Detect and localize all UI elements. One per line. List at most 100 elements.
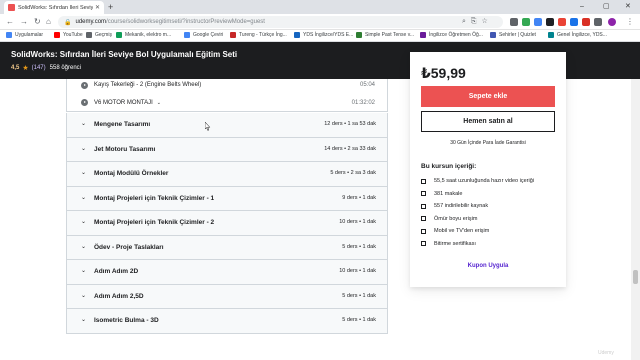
bookmarks-bar: Uygulamalar YouTube Geçmiş Mekanik, elek…: [0, 30, 640, 42]
bookmark-label: Sehirler | Quizlet: [499, 32, 536, 38]
includes-text: Mobil ve TV'den erişim: [434, 228, 490, 234]
download-icon: [421, 203, 426, 209]
section-title: Isometric Bulma - 3D: [94, 317, 159, 324]
chevron-down-icon: ⌄: [81, 243, 87, 250]
scrollbar-thumb[interactable]: [633, 270, 638, 284]
curriculum-section[interactable]: ⌄ Jet Motoru Tasarımı 14 ders • 2 sa 33 da…: [66, 137, 388, 162]
lecture-row[interactable]: Kayış Tekerleği - 2 (Engine Belts Wheel)…: [66, 79, 388, 95]
includes-item: 55,5 saat uzunluğunda hazır video içeriğ…: [421, 178, 534, 184]
bookmark-item[interactable]: İngilizce Öğretmen Öğ...: [420, 32, 483, 38]
chevron-down-icon[interactable]: ⌄: [157, 100, 161, 106]
curriculum-section[interactable]: ⌄ Ödev - Proje Taslakları 5 ders • 1 dak: [66, 235, 388, 260]
history-icon: [86, 32, 92, 38]
minimize-button[interactable]: –: [580, 1, 584, 13]
curriculum-section[interactable]: ⌄ Montaj Projeleri için Teknik Çizimler -…: [66, 186, 388, 211]
rating-count[interactable]: (147): [32, 65, 46, 71]
bookmark-item[interactable]: Simple Past Tense v...: [356, 32, 414, 38]
bookmark-item[interactable]: Tureng - Türkçe İng...: [230, 32, 287, 38]
bookmark-item[interactable]: Mekanik, elektro m...: [116, 32, 171, 38]
chevron-down-icon: ⌄: [81, 219, 87, 225]
back-arrow-icon[interactable]: ←: [6, 16, 14, 28]
buy-now-button[interactable]: Hemen satın al: [421, 111, 555, 132]
chevron-down-icon: ⌄: [81, 268, 87, 274]
extension-icon[interactable]: [534, 18, 542, 26]
page-scrollbar[interactable]: [631, 79, 640, 360]
new-tab-button[interactable]: +: [108, 1, 113, 13]
bookmark-label: Geçmiş: [95, 32, 112, 38]
bookmark-item[interactable]: Sehirler | Quizlet: [490, 32, 536, 38]
play-circle-icon: [81, 99, 88, 106]
extension-icon[interactable]: [522, 18, 530, 26]
section-meta: 10 ders • 1 dak: [339, 268, 376, 274]
chevron-down-icon: ⌄: [81, 121, 87, 127]
includes-heading: Bu kursun içeriği:: [421, 163, 477, 170]
bookmark-label: İngilizce Öğretmen Öğ...: [429, 32, 483, 38]
extension-icon[interactable]: [546, 18, 554, 26]
bookmark-item[interactable]: YDS İngilizce/YDS E...: [294, 32, 353, 38]
bookmark-label: Uygulamalar: [15, 32, 44, 38]
reload-icon[interactable]: ↻: [34, 16, 41, 28]
bookmark-label: Tureng - Türkçe İng...: [239, 32, 287, 38]
maximize-button[interactable]: ▢: [603, 1, 610, 13]
browser-menu-icon[interactable]: ⋮: [626, 16, 634, 28]
section-title: Montaj Modülü Örnekler: [94, 170, 169, 177]
section-title: Mengene Tasarımı: [94, 121, 151, 128]
bookmark-favicon-icon: [548, 32, 554, 38]
add-to-cart-button[interactable]: Sepete ekle: [421, 86, 555, 107]
section-meta: 5 ders • 1 dak: [342, 292, 376, 299]
udemy-favicon-icon: [8, 4, 15, 11]
article-icon: [421, 191, 426, 196]
curriculum-section[interactable]: ⌄ Isometric Bulma - 3D 5 ders • 1 dak: [66, 309, 388, 334]
curriculum-section[interactable]: ⌄ Montaj Projeleri için Teknik Çizimler -…: [66, 211, 388, 236]
extensions-puzzle-icon[interactable]: [594, 18, 602, 26]
tureng-icon: [230, 32, 236, 38]
curriculum-section[interactable]: ⌄ Montaj Modülü Örnekler 5 ders • 2 sa 3 d…: [66, 162, 388, 187]
bookmark-item[interactable]: YouTube: [54, 32, 83, 38]
bookmark-label: Google Çeviri: [193, 32, 224, 38]
url-path: /course/solidworksegitimseti/?instructor…: [106, 19, 265, 25]
apply-coupon-link[interactable]: Kupon Uygula: [410, 263, 566, 269]
home-icon[interactable]: ⌂: [46, 16, 51, 28]
includes-item: 557 indirilebilir kaynak: [421, 203, 488, 209]
chevron-down-icon: ⌄: [81, 292, 87, 299]
bookmark-item[interactable]: Genel İngilizce, YDS...: [548, 32, 607, 38]
bookmark-label: YouTube: [63, 32, 83, 38]
lecture-duration: 05:04: [359, 82, 375, 88]
bookmark-label: YDS İngilizce/YDS E...: [303, 32, 354, 38]
tab-close-icon[interactable]: ✕: [95, 4, 100, 11]
includes-item: Bitirme sertifikası: [421, 241, 476, 247]
rating-value: 4,5: [11, 65, 20, 71]
bookmark-item[interactable]: Uygulamalar: [6, 32, 43, 38]
mouse-cursor-icon: [205, 122, 211, 131]
close-window-button[interactable]: ✕: [625, 1, 631, 13]
browser-tab[interactable]: SolidWorks: Sıfırdan İleri Seviye ✕: [4, 1, 104, 14]
lecture-title: V6 MOTOR MONTAJI: [94, 100, 153, 106]
address-bar[interactable]: 🔒 udemy.com/course/solidworksegitimseti/…: [58, 16, 503, 28]
certificate-icon: [421, 241, 426, 246]
browser-tab-strip: SolidWorks: Sıfırdan İleri Seviye ✕ + – …: [0, 0, 640, 14]
curriculum-section[interactable]: ⌄ Adım Adım 2,5D 5 ders • 1 dak: [66, 284, 388, 309]
bookmark-item[interactable]: Geçmiş: [86, 32, 112, 38]
browser-toolbar: ← → ↻ ⌂ 🔒 udemy.com/course/solidworksegi…: [0, 14, 640, 30]
section-title: Montaj Projeleri için Teknik Çizimler - …: [94, 219, 215, 226]
profile-avatar[interactable]: [608, 18, 616, 26]
tab-title: SolidWorks: Sıfırdan İleri Seviye: [18, 4, 93, 11]
lecture-row[interactable]: V6 MOTOR MONTAJI ⌄ 01:32:02: [66, 95, 388, 112]
star-icon: ★: [22, 65, 29, 72]
section-title: Ödev - Proje Taslakları: [94, 243, 164, 251]
student-count: 558 öğrenci: [49, 65, 81, 71]
mobile-icon: [421, 228, 426, 234]
forward-arrow-icon[interactable]: →: [20, 16, 28, 28]
extension-icon[interactable]: [582, 18, 590, 26]
curriculum-section[interactable]: ⌄ Mengene Tasarımı 12 ders • 1 sa 53 dak: [66, 113, 388, 138]
curriculum-section[interactable]: ⌄ Adım Adım 2D 10 ders • 1 dak: [66, 260, 388, 285]
bookmark-favicon-icon: [356, 32, 362, 38]
course-price: ₺59,99: [421, 65, 466, 81]
extension-icon[interactable]: [510, 18, 518, 26]
bookmark-item[interactable]: Google Çeviri: [184, 32, 223, 38]
extension-icon[interactable]: [558, 18, 566, 26]
extension-icon[interactable]: [570, 18, 578, 26]
bookmark-label: Simple Past Tense v...: [365, 32, 415, 38]
youtube-icon: [54, 32, 60, 38]
omnibox-action-icons[interactable]: ⌕⎘☆: [462, 17, 493, 26]
